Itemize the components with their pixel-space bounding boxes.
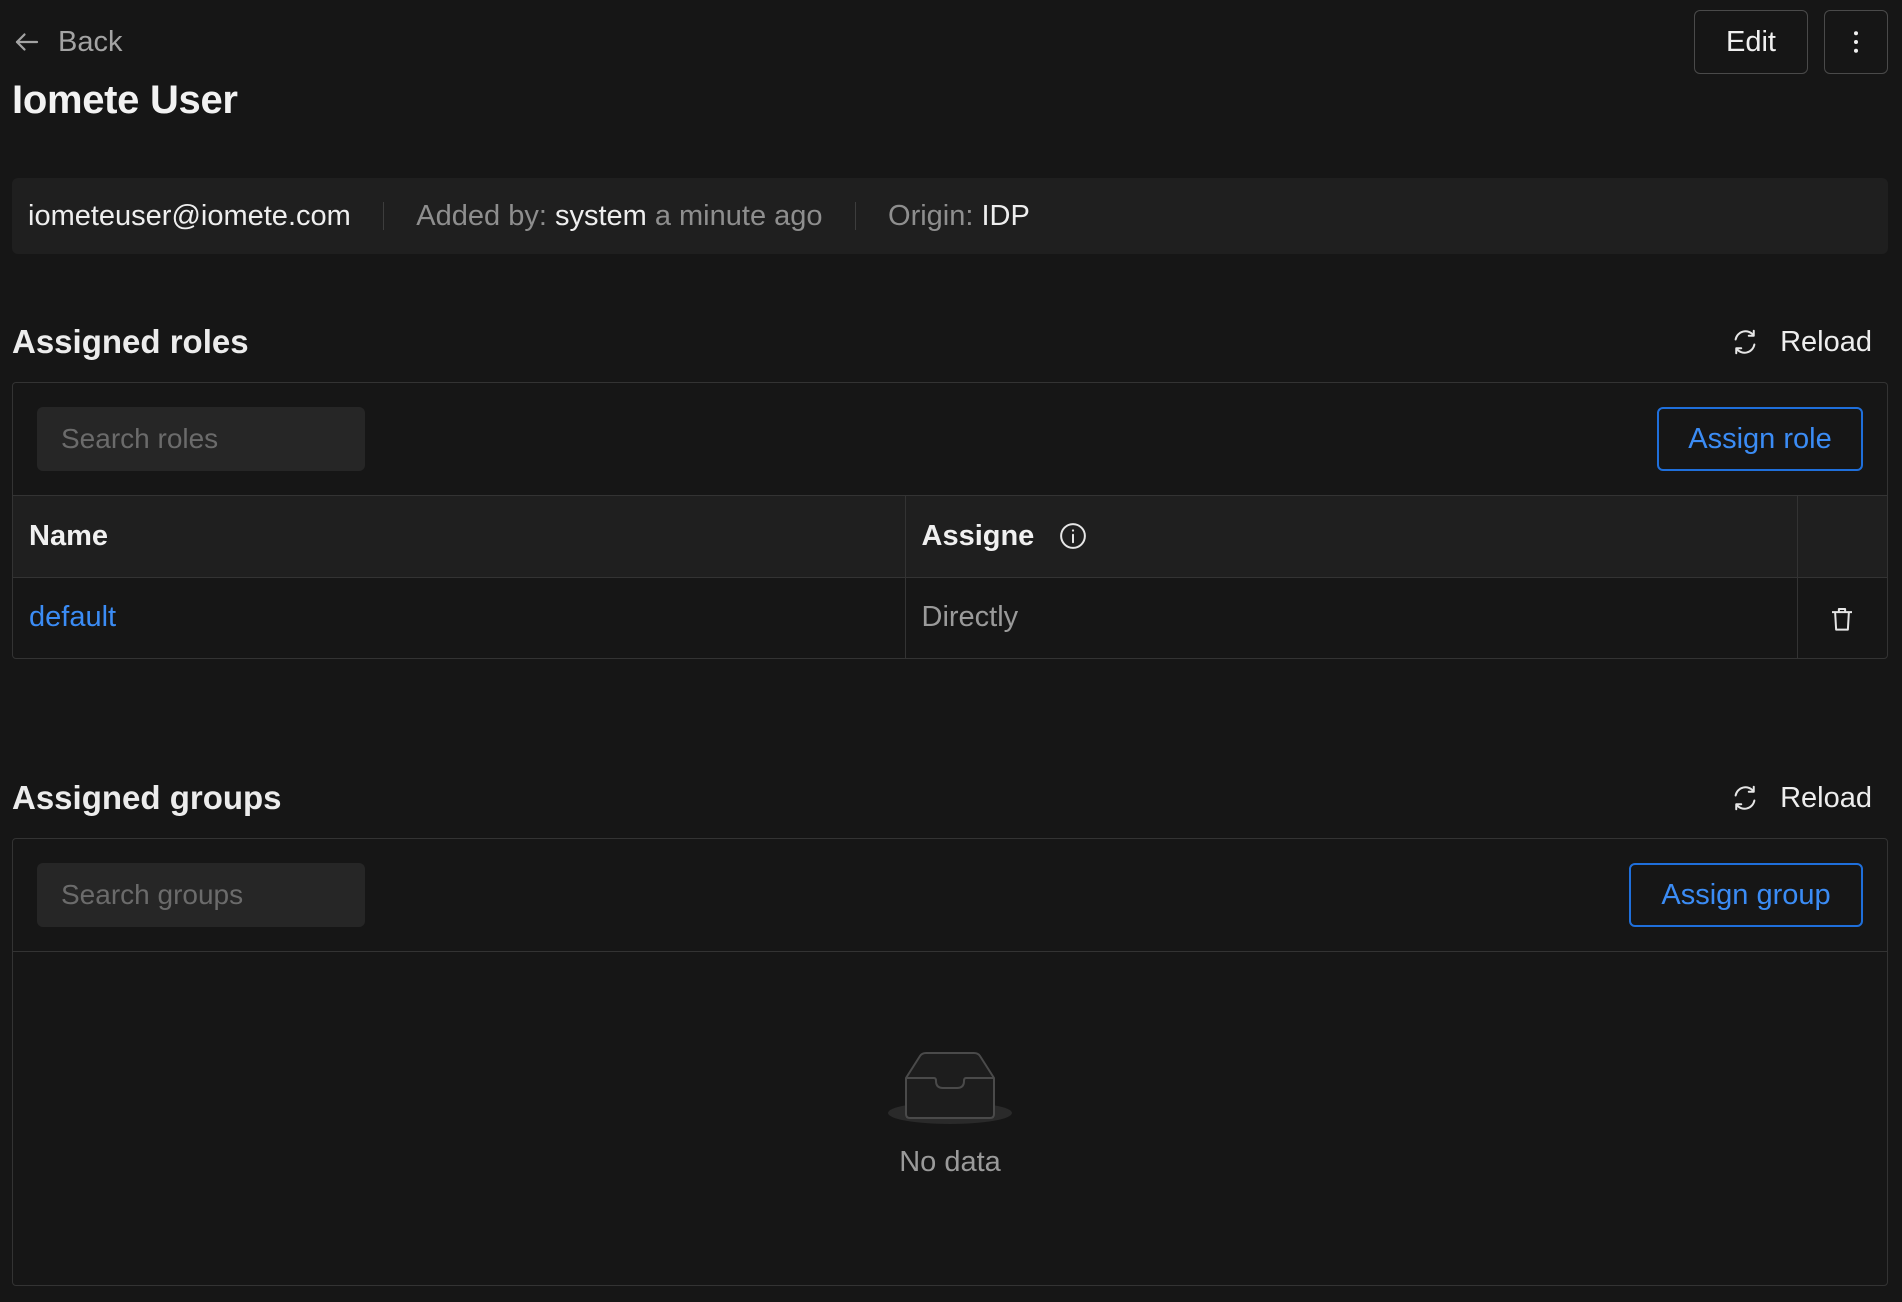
top-actions: Edit <box>1694 10 1888 74</box>
page-title: Iomete User <box>12 78 238 122</box>
roles-table: Name Assigne default Directly <box>13 496 1887 658</box>
added-by: Added by: system a minute ago <box>416 200 822 233</box>
user-detail-page: Back Edit Iomete User iometeuser@iomete.… <box>0 0 1902 1302</box>
origin: Origin: IDP <box>888 200 1030 233</box>
roles-section-title: Assigned roles <box>12 323 249 360</box>
roles-toolbar: Assign role <box>13 383 1887 496</box>
user-email: iometeuser@iomete.com <box>28 199 351 232</box>
search-roles-input[interactable] <box>37 407 365 471</box>
added-by-label: Added by: <box>416 199 555 232</box>
reload-label: Reload <box>1780 325 1872 358</box>
role-actions-cell <box>1796 577 1887 658</box>
assign-group-button[interactable]: Assign group <box>1629 863 1863 927</box>
groups-panel: Assign group No data <box>12 838 1888 1286</box>
groups-section-title: Assigned groups <box>12 779 282 816</box>
role-name-link[interactable]: default <box>29 601 116 633</box>
assign-role-button[interactable]: Assign role <box>1657 407 1863 471</box>
column-header-assigne: Assigne <box>904 496 1797 578</box>
reload-icon <box>1734 329 1756 355</box>
divider <box>382 202 385 230</box>
empty-inbox-icon <box>888 1052 1012 1124</box>
origin-label: Origin: <box>888 199 982 232</box>
search-groups-input[interactable] <box>37 863 365 927</box>
groups-toolbar: Assign group <box>13 839 1887 952</box>
column-header-assigne-label: Assigne <box>921 519 1035 552</box>
back-label: Back <box>58 25 123 58</box>
role-assign-cell: Directly <box>904 577 1797 658</box>
groups-section-header: Assigned groups Reload <box>12 773 1888 823</box>
role-name-cell: default <box>13 577 905 658</box>
empty-state-text: No data <box>899 1146 1001 1178</box>
table-row: default Directly <box>13 577 1887 658</box>
more-actions-button[interactable] <box>1824 10 1888 74</box>
origin-value: IDP <box>981 199 1030 232</box>
roles-reload-button[interactable]: Reload <box>1730 326 1888 359</box>
groups-reload-button[interactable]: Reload <box>1730 782 1888 815</box>
empty-state: No data <box>13 952 1887 1285</box>
roles-panel: Assign role Name Assigne <box>12 382 1888 659</box>
back-link[interactable]: Back <box>12 22 122 62</box>
more-vertical-icon <box>1854 31 1858 53</box>
column-header-name[interactable]: Name <box>13 496 905 578</box>
roles-section-header: Assigned roles Reload <box>12 317 1888 367</box>
column-header-actions <box>1796 496 1887 578</box>
info-icon[interactable] <box>1058 521 1088 551</box>
arrow-left-icon <box>15 33 39 51</box>
added-by-value: system <box>554 199 647 232</box>
user-info-bar: iometeuser@iomete.com Added by: system a… <box>12 178 1888 254</box>
reload-icon <box>1734 785 1756 811</box>
reload-label: Reload <box>1780 781 1872 814</box>
table-header-row: Name Assigne <box>13 496 1887 578</box>
trash-icon[interactable] <box>1827 604 1857 634</box>
divider <box>854 202 857 230</box>
edit-button[interactable]: Edit <box>1694 10 1808 74</box>
added-time: a minute ago <box>646 199 823 232</box>
